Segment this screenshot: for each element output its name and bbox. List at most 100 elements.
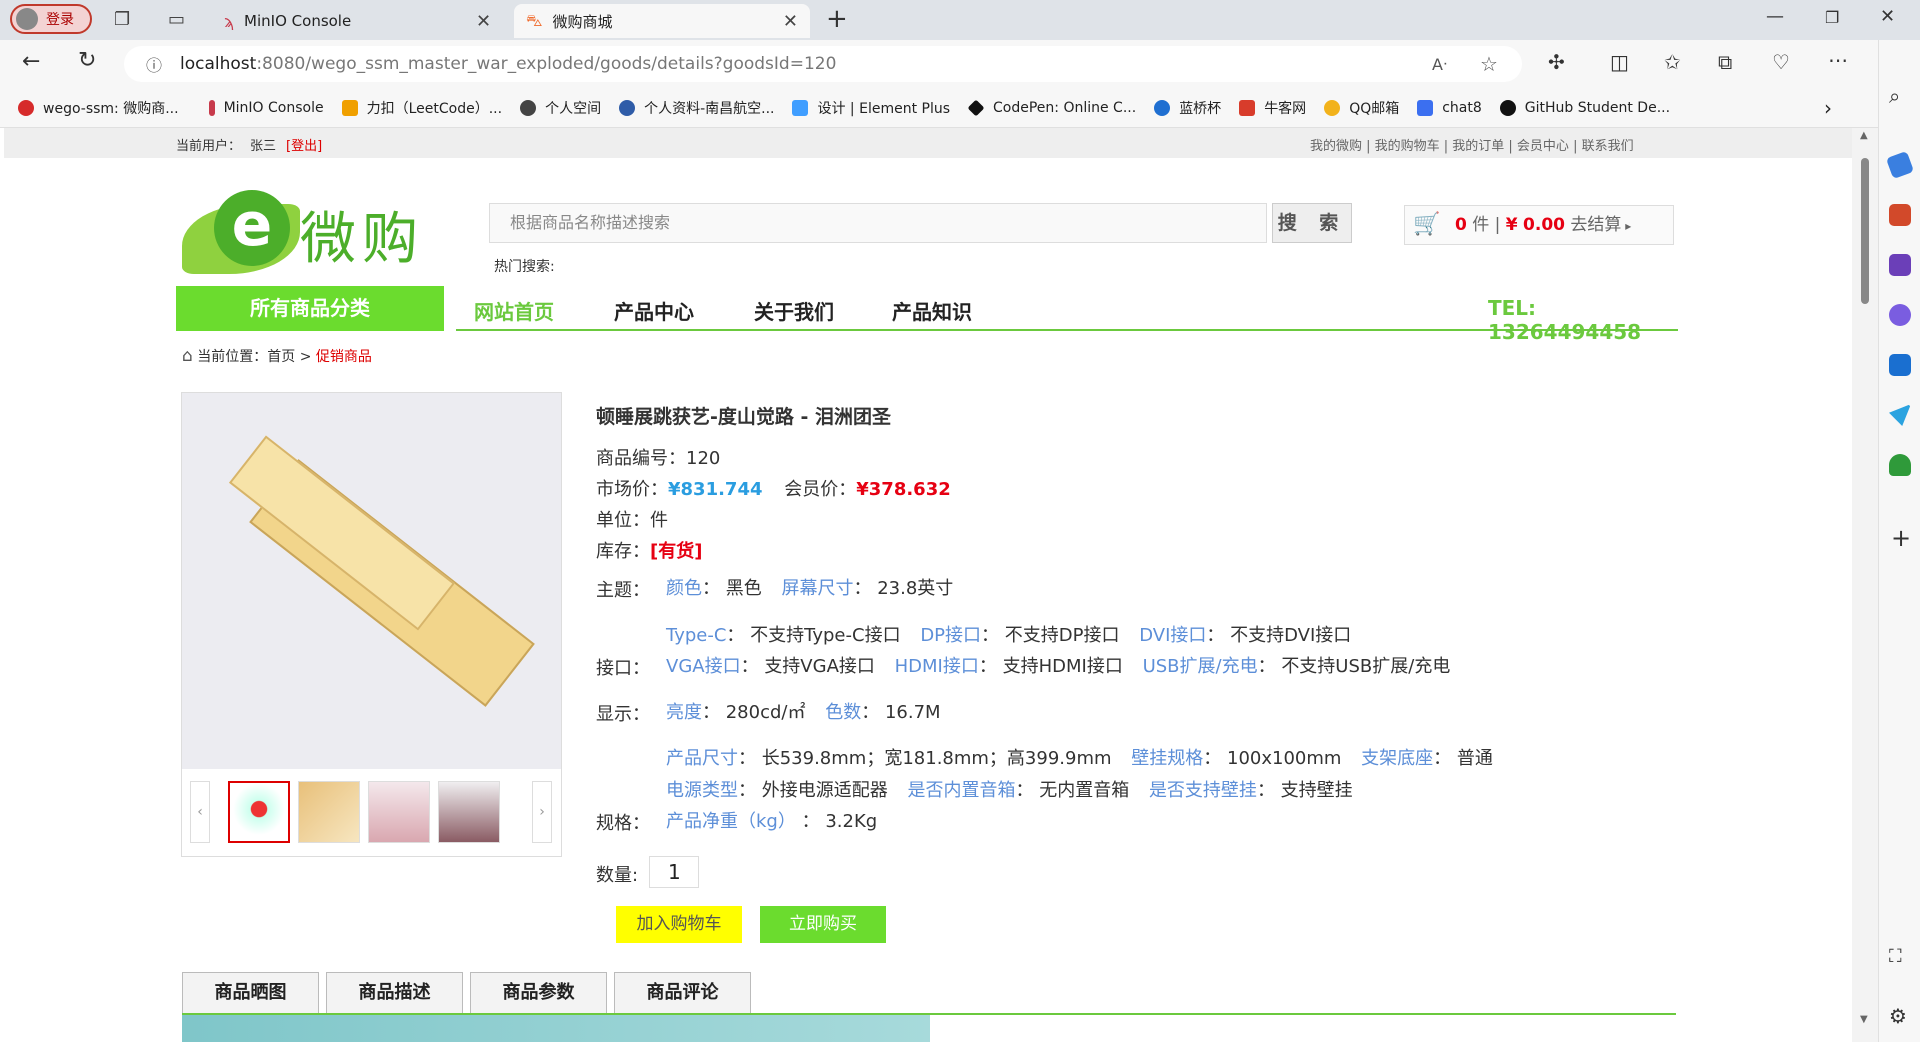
browser-tabbar: 登录 ❐ ▭ ϡ MinIO Console ✕ ⛍ 微购商城 ✕ + — ❐ … bbox=[0, 0, 1920, 40]
address-bar[interactable]: ⓘ localhost:8080/wego_ssm_master_war_exp… bbox=[124, 46, 1522, 82]
scroll-up-icon[interactable]: ▲ bbox=[1860, 130, 1868, 141]
bookmark-item[interactable]: 蓝桥杯 bbox=[1154, 98, 1221, 118]
spec-row: 颜色： 黑色 屏幕尺寸： 23.8英寸 bbox=[666, 578, 954, 599]
tab-comments[interactable]: 商品评论 bbox=[614, 972, 751, 1014]
site-logo[interactable]: e bbox=[182, 190, 302, 274]
bookmark-item[interactable]: 个人资料-南昌航空... bbox=[619, 98, 774, 118]
more-icon[interactable]: ⋯ bbox=[1828, 48, 1848, 72]
tab-minio[interactable]: ϡ MinIO Console ✕ bbox=[212, 4, 510, 38]
chevron-left-icon[interactable]: ‹ bbox=[190, 781, 210, 843]
search-input[interactable]: 根据商品名称描述搜索 bbox=[489, 203, 1267, 243]
logout-link[interactable]: [登出] bbox=[286, 135, 322, 154]
tree-icon[interactable] bbox=[1889, 454, 1911, 476]
buy-now-button[interactable]: 立即购买 bbox=[760, 906, 886, 943]
topbar-links[interactable]: 我的微购 | 我的购物车 | 我的订单 | 会员中心 | 联系我们 bbox=[1310, 135, 1634, 154]
shopping-tag-icon[interactable] bbox=[1885, 150, 1915, 180]
nav-item-products[interactable]: 产品中心 bbox=[614, 296, 694, 325]
close-window-icon[interactable]: ✕ bbox=[1880, 6, 1895, 27]
bookmark-item[interactable]: CodePen: Online C... bbox=[967, 99, 1136, 116]
bookmark-item[interactable]: chat8 bbox=[1417, 99, 1482, 116]
breadcrumb-sep: > bbox=[295, 349, 316, 365]
product-main-image[interactable] bbox=[182, 393, 561, 769]
thumbnail[interactable] bbox=[298, 781, 360, 843]
workspaces-icon[interactable]: ❐ bbox=[114, 9, 130, 30]
scroll-thumb[interactable] bbox=[1861, 158, 1869, 304]
send-icon[interactable] bbox=[1889, 404, 1911, 426]
tab-description[interactable]: 商品描述 bbox=[326, 972, 463, 1014]
spec-key: VGA接口 bbox=[666, 656, 741, 677]
bookmark-item[interactable]: 力扣（LeetCode）... bbox=[341, 98, 502, 118]
refresh-icon[interactable]: ↻ bbox=[78, 48, 96, 73]
checkout-link[interactable]: 去结算 bbox=[1570, 215, 1621, 235]
m365-icon[interactable] bbox=[1889, 304, 1911, 326]
spec-value: 支持VGA接口 bbox=[764, 656, 875, 677]
tab-actions-icon[interactable]: ▭ bbox=[168, 9, 185, 30]
new-tab-icon[interactable]: + bbox=[826, 4, 848, 34]
games-icon[interactable] bbox=[1889, 254, 1911, 276]
favorite-star-icon[interactable]: ☆ bbox=[1480, 52, 1498, 76]
bookmark-item[interactable]: 设计 | Element Plus bbox=[792, 98, 950, 118]
tools-icon[interactable] bbox=[1889, 204, 1911, 226]
thumbnail[interactable] bbox=[438, 781, 500, 843]
bookmark-item[interactable]: QQ邮箱 bbox=[1324, 98, 1399, 118]
maximize-icon[interactable]: ❐ bbox=[1825, 8, 1839, 27]
bookmark-item[interactable]: MinIO Console bbox=[208, 99, 324, 116]
back-icon[interactable]: ← bbox=[22, 49, 40, 74]
chevron-right-icon[interactable]: › bbox=[532, 781, 552, 843]
close-icon[interactable]: ✕ bbox=[476, 11, 491, 32]
collections-icon[interactable]: ⧉ bbox=[1718, 50, 1732, 74]
bookmark-item[interactable]: wego-ssm: 微购商... bbox=[18, 98, 179, 118]
extensions-icon[interactable]: ✣ bbox=[1548, 50, 1565, 74]
add-icon[interactable]: + bbox=[1891, 524, 1911, 552]
breadcrumb-current[interactable]: 促销商品 bbox=[316, 349, 372, 365]
minimize-icon[interactable]: — bbox=[1766, 6, 1784, 27]
main-nav: 所有商品分类 网站首页 产品中心 关于我们 产品知识 TEL: 13264494… bbox=[176, 286, 1678, 344]
tab-parameters[interactable]: 商品参数 bbox=[470, 972, 607, 1014]
breadcrumb-prefix: 当前位置： bbox=[197, 349, 268, 365]
tab-reviews-photos[interactable]: 商品晒图 bbox=[182, 972, 319, 1014]
qqmail-favicon-icon bbox=[1324, 99, 1341, 116]
search-icon[interactable]: ⌕ bbox=[1889, 84, 1900, 108]
spec-row: 亮度： 280cd/㎡ 色数： 16.7M bbox=[666, 702, 941, 723]
spec-row: Type-C： 不支持Type-C接口 DP接口： 不支持DP接口 DVI接口：… bbox=[666, 625, 1352, 646]
scroll-down-icon[interactable]: ▼ bbox=[1860, 1014, 1868, 1025]
cart-count: 0 bbox=[1455, 215, 1467, 235]
tab-wego[interactable]: ⛍ 微购商城 ✕ bbox=[514, 4, 810, 38]
chevron-right-icon[interactable]: › bbox=[1824, 96, 1832, 120]
cart-currency: ¥ bbox=[1505, 215, 1518, 235]
settings-gear-icon[interactable]: ⚙ bbox=[1889, 1004, 1907, 1028]
add-to-cart-button[interactable]: 加入购物车 bbox=[616, 906, 742, 943]
bookmark-item[interactable]: 牛客网 bbox=[1239, 98, 1306, 118]
split-screen-icon[interactable]: ◫ bbox=[1610, 50, 1629, 74]
breadcrumb-home[interactable]: 首页 bbox=[267, 349, 295, 365]
bookmark-item[interactable]: GitHub Student De... bbox=[1499, 99, 1670, 116]
nav-item-home[interactable]: 网站首页 bbox=[474, 296, 554, 325]
spec-value: 280cd/㎡ bbox=[725, 702, 806, 723]
bookmark-item[interactable]: 个人空间 bbox=[520, 98, 601, 118]
bookmark-label: 个人资料-南昌航空... bbox=[644, 100, 775, 117]
favorites-icon[interactable]: ✩ bbox=[1664, 50, 1681, 74]
close-icon[interactable]: ✕ bbox=[783, 11, 798, 32]
thumbnail-strip: ‹ › bbox=[190, 781, 554, 845]
nav-item-about[interactable]: 关于我们 bbox=[754, 296, 834, 325]
spec-value: 100x100mm bbox=[1227, 748, 1342, 769]
element-favicon-icon bbox=[792, 99, 809, 116]
performance-icon[interactable]: ♡ bbox=[1772, 50, 1790, 74]
bookmark-label: chat8 bbox=[1442, 99, 1482, 116]
detail-banner-image bbox=[182, 1015, 930, 1042]
read-aloud-icon[interactable]: Aᐧ bbox=[1432, 55, 1447, 74]
tel-number: TEL: 13264494458 bbox=[1488, 296, 1642, 344]
nav-item-knowledge[interactable]: 产品知识 bbox=[892, 296, 972, 325]
profile-label: 登录 bbox=[46, 12, 74, 28]
screenshot-icon[interactable]: ⛶ bbox=[1889, 946, 1902, 967]
mini-cart[interactable]: 🛒 0 件 | ¥ 0.00 去结算 ▸ bbox=[1404, 205, 1674, 245]
all-categories-button[interactable]: 所有商品分类 bbox=[176, 286, 444, 331]
page-scrollbar[interactable]: ▲ ▼ bbox=[1852, 128, 1878, 1042]
market-price-label: 市场价： bbox=[596, 479, 668, 500]
quantity-input[interactable]: 1 bbox=[649, 856, 699, 888]
outlook-icon[interactable] bbox=[1889, 354, 1911, 376]
thumbnail[interactable] bbox=[228, 781, 290, 843]
thumbnail[interactable] bbox=[368, 781, 430, 843]
profile-button[interactable]: 登录 bbox=[10, 4, 92, 34]
search-button[interactable]: 搜 索 bbox=[1272, 203, 1352, 243]
